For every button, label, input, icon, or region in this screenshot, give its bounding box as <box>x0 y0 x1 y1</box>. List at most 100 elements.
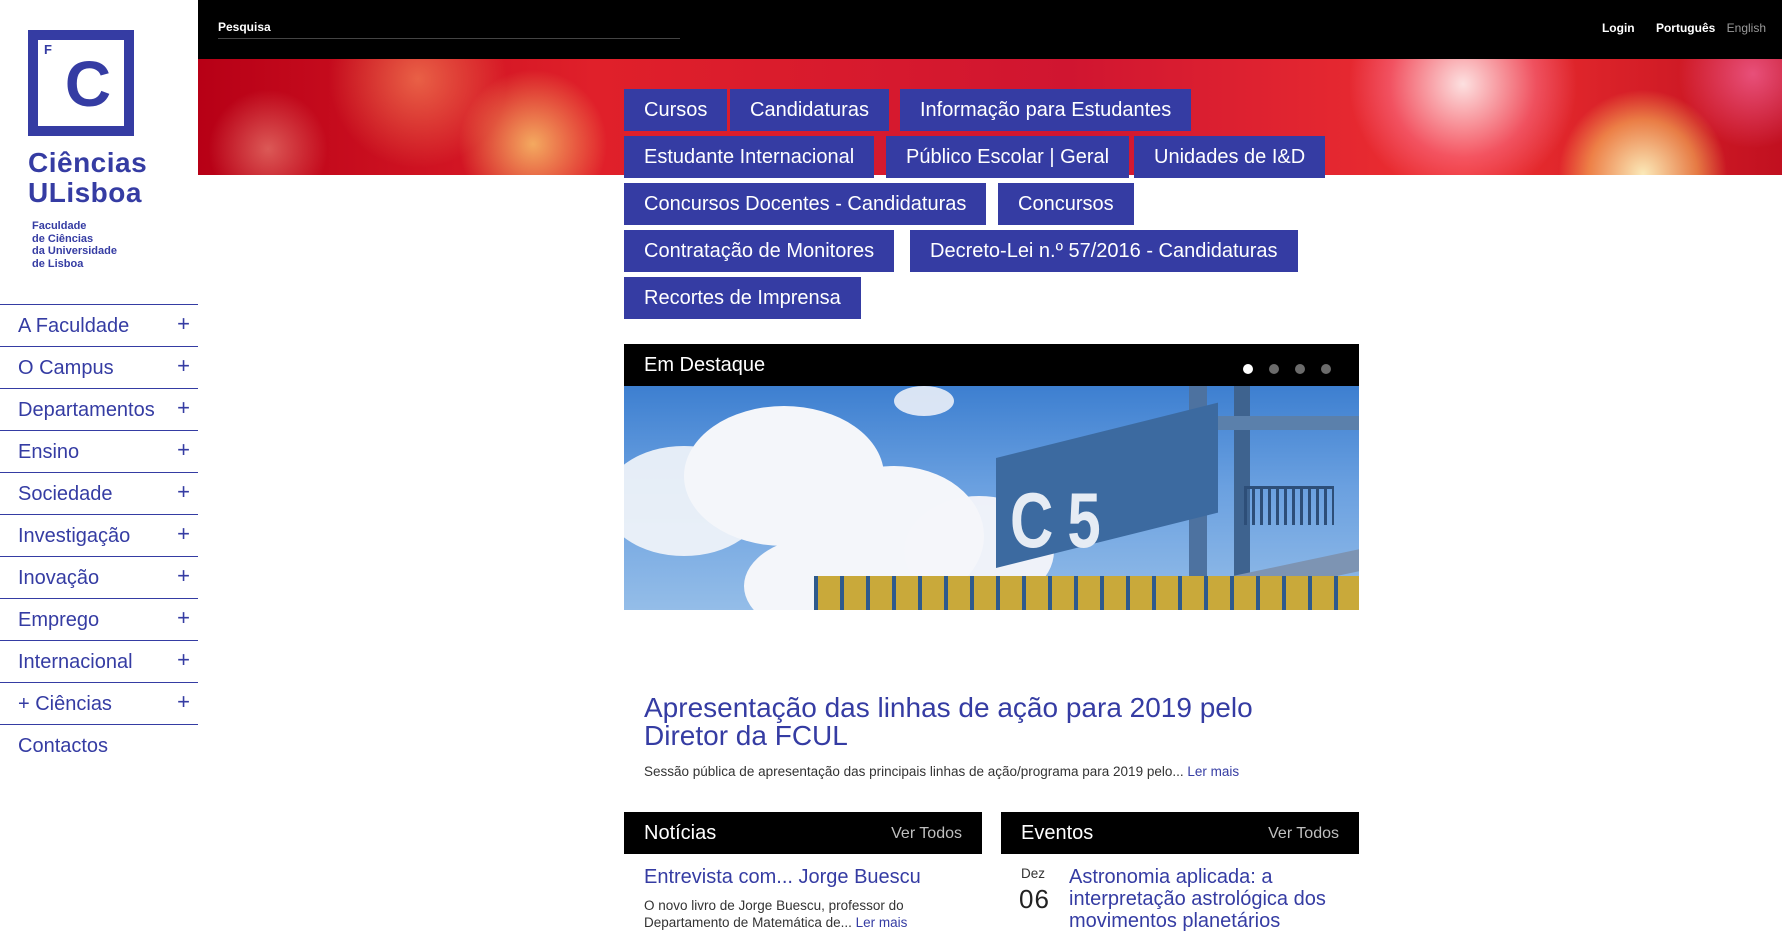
logo-sub-2: de Ciências <box>32 232 94 245</box>
logo-subtitle: Faculdade de Ciências da Universidade de… <box>32 220 172 270</box>
expand-plus-icon[interactable]: + <box>177 563 190 589</box>
quick-link-concursos[interactable]: Concursos <box>998 183 1134 225</box>
news-section: Notícias Ver Todos Entrevista com... Jor… <box>624 812 982 931</box>
sidebar-item-emprego[interactable]: Emprego + <box>0 598 198 640</box>
sidebar-item-sociedade[interactable]: Sociedade + <box>0 472 198 514</box>
expand-plus-icon[interactable]: + <box>177 437 190 463</box>
expand-plus-icon[interactable]: + <box>177 353 190 379</box>
sidebar-item-label: Inovação <box>18 567 100 589</box>
event-item: Dez 06 Astronomia aplicada: a interpreta… <box>1001 854 1359 944</box>
featured-heading: Em Destaque <box>644 354 766 376</box>
news-see-all-link[interactable]: Ver Todos <box>891 825 962 843</box>
sidebar-item-label: Investigação <box>18 525 131 547</box>
news-heading: Notícias <box>644 822 717 844</box>
sidebar-item-label: Departamentos <box>18 399 155 421</box>
featured-image[interactable]: C5 <box>624 386 1359 610</box>
expand-plus-icon[interactable]: + <box>177 521 190 547</box>
events-header: Eventos Ver Todos <box>1001 812 1359 854</box>
quick-link-cursos[interactable]: Cursos <box>624 89 728 131</box>
sidebar-item-contactos[interactable]: Contactos <box>0 724 198 766</box>
news-read-more-link[interactable]: Ler mais <box>856 915 908 930</box>
news-header: Notícias Ver Todos <box>624 812 982 854</box>
quick-link-estudante-internacional[interactable]: Estudante Internacional <box>624 136 875 178</box>
expand-plus-icon[interactable]: + <box>177 479 190 505</box>
sidebar-item-ensino[interactable]: Ensino + <box>0 430 198 472</box>
logo-letter-f: F <box>44 42 52 57</box>
top-bar: Login Português English <box>198 0 1782 59</box>
events-section: Eventos Ver Todos Dez 06 Astronomia apli… <box>1001 812 1359 944</box>
sidebar-item-label: A Faculdade <box>18 315 130 337</box>
quick-link-publico-escolar[interactable]: Público Escolar | Geral <box>886 136 1130 178</box>
sidebar-item-o-campus[interactable]: O Campus + <box>0 346 198 388</box>
quick-link-concursos-docentes[interactable]: Concursos Docentes - Candidaturas <box>624 183 987 225</box>
news-item-title[interactable]: Entrevista com... Jorge Buescu <box>644 866 982 889</box>
featured-story: Apresentação das linhas de ação para 201… <box>624 694 1359 780</box>
logo-sub-3: da Universidade <box>32 245 117 257</box>
expand-plus-icon[interactable]: + <box>177 395 190 421</box>
logo-line-1: Ciências <box>28 147 148 178</box>
event-day: 06 <box>1019 884 1050 914</box>
sidebar-item-label: + Ciências <box>18 693 112 715</box>
sidebar: F C Ciências ULisboa Faculdade de Ciênci… <box>0 0 198 936</box>
quick-link-decreto-lei[interactable]: Decreto-Lei n.º 57/2016 - Candidaturas <box>910 230 1298 272</box>
carousel-dot-1[interactable] <box>1243 364 1253 374</box>
language-english-link[interactable]: English <box>1727 21 1766 35</box>
logo-wordmark: Ciências ULisboa <box>28 148 147 208</box>
sidebar-item-label: Internacional <box>18 651 133 673</box>
logo-sub-1: Faculdade <box>32 220 87 232</box>
sidebar-item-label: Sociedade <box>18 483 113 505</box>
carousel-dots <box>1227 361 1331 379</box>
quick-link-candidaturas[interactable]: Candidaturas <box>730 89 889 131</box>
quick-link-unidades-id[interactable]: Unidades de I&D <box>1134 136 1326 178</box>
quick-link-informacao-estudantes[interactable]: Informação para Estudantes <box>900 89 1192 131</box>
carousel-dot-4[interactable] <box>1321 364 1331 374</box>
logo-letter-c: C <box>64 48 112 120</box>
language-current[interactable]: Português <box>1656 21 1715 35</box>
login-link[interactable]: Login <box>1602 21 1635 35</box>
top-links: Login Português English <box>1602 21 1766 35</box>
building-sign-c5: C5 <box>1010 476 1115 565</box>
event-title[interactable]: Astronomia aplicada: a interpretação ast… <box>1069 866 1339 932</box>
featured-story-excerpt: Sessão pública de apresentação das princ… <box>644 764 1339 779</box>
search-input[interactable] <box>218 20 680 34</box>
news-item-excerpt: O novo livro de Jorge Buescu, professor … <box>644 897 954 931</box>
sidebar-item-inovacao[interactable]: Inovação + <box>0 556 198 598</box>
bokeh-light <box>208 89 328 175</box>
search-box <box>218 18 680 39</box>
featured-section: Em Destaque C5 Apresentação das linhas d… <box>624 344 1359 779</box>
quick-link-contratacao-monitores[interactable]: Contratação de Monitores <box>624 230 895 272</box>
sidebar-item-label: Contactos <box>18 735 109 757</box>
sidebar-item-label: O Campus <box>18 357 114 379</box>
building-balcony-rail <box>1244 486 1334 525</box>
event-month: Dez <box>1021 866 1046 881</box>
bokeh-light <box>1348 59 1578 175</box>
sidebar-item-departamentos[interactable]: Departamentos + <box>0 388 198 430</box>
events-see-all-link[interactable]: Ver Todos <box>1268 825 1339 843</box>
site-logo[interactable]: F C Ciências ULisboa Faculdade de Ciênci… <box>28 30 188 280</box>
sidebar-item-label: Ensino <box>18 441 80 463</box>
carousel-dot-2[interactable] <box>1269 364 1279 374</box>
carousel-dot-3[interactable] <box>1295 364 1305 374</box>
quick-link-recortes-imprensa[interactable]: Recortes de Imprensa <box>624 277 861 319</box>
sidebar-item-label: Emprego <box>18 609 100 631</box>
sidebar-item-internacional[interactable]: Internacional + <box>0 640 198 682</box>
logo-mark: F C <box>28 30 134 136</box>
sidebar-item-mais-ciencias[interactable]: + Ciências + <box>0 682 198 724</box>
cloud-shape <box>894 386 954 416</box>
expand-plus-icon[interactable]: + <box>177 605 190 631</box>
building-window-grid <box>814 576 1359 610</box>
logo-sub-4: de Lisboa <box>32 257 84 270</box>
expand-plus-icon[interactable]: + <box>177 311 190 337</box>
featured-story-text: Sessão pública de apresentação das princ… <box>644 764 1184 779</box>
expand-plus-icon[interactable]: + <box>177 689 190 715</box>
featured-header: Em Destaque <box>624 344 1359 386</box>
featured-story-title[interactable]: Apresentação das linhas de ação para 201… <box>644 694 1324 750</box>
logo-line-2: ULisboa <box>28 177 142 208</box>
sidebar-item-a-faculdade[interactable]: A Faculdade + <box>0 304 198 346</box>
expand-plus-icon[interactable]: + <box>177 647 190 673</box>
featured-read-more-link[interactable]: Ler mais <box>1187 764 1239 779</box>
quick-links: Cursos Candidaturas Informação para Estu… <box>624 89 1364 324</box>
sidebar-item-investigacao[interactable]: Investigação + <box>0 514 198 556</box>
sidebar-nav: A Faculdade + O Campus + Departamentos + En… <box>0 304 198 766</box>
events-heading: Eventos <box>1021 822 1094 844</box>
